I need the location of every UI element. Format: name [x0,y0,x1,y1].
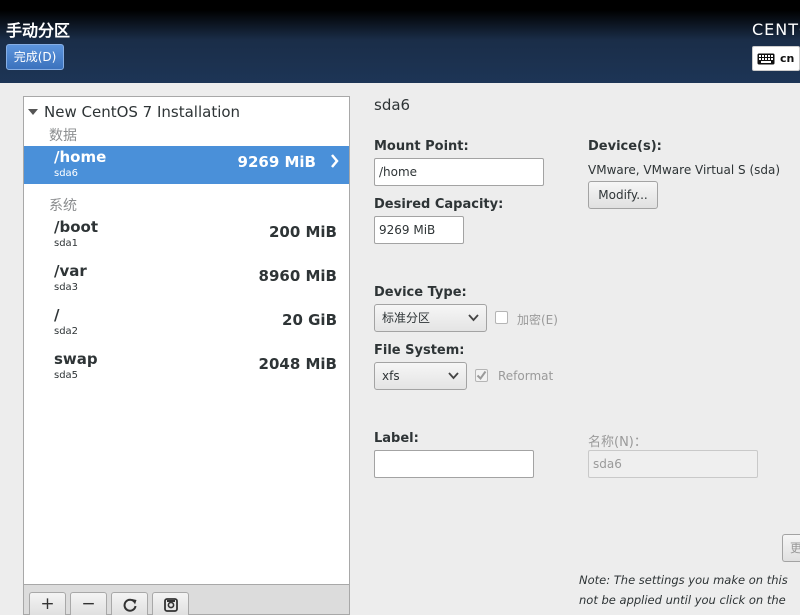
note-line-2: not be applied until you click on the [579,593,786,607]
remove-mount-point-button[interactable]: − [70,592,107,615]
add-mount-point-button[interactable]: + [29,592,66,615]
mount-point-device: sda5 [54,370,79,381]
mount-point-name: swap [54,350,98,368]
installation-title: New CentOS 7 Installation [44,103,241,121]
mount-point-name: / [54,306,60,324]
keyboard-icon [757,53,775,64]
expander-triangle-icon [28,109,38,115]
group-label-system: 系统 [49,198,77,214]
mount-point-row-home[interactable]: /home sda6 9269 MiB [24,146,349,184]
installation-header[interactable]: New CentOS 7 Installation [28,101,240,123]
done-button[interactable]: 完成(D) [6,44,64,70]
mount-point-row-swap[interactable]: swap sda5 2048 MiB [24,348,349,386]
disk-config-icon [163,598,178,612]
chevron-right-icon [331,154,339,168]
mount-point-name: /boot [54,218,98,236]
mount-point-name: /var [54,262,87,280]
configure-disk-button[interactable] [152,592,189,615]
mount-point-size: 20 GiB [282,311,337,329]
top-bar: 手动分区 完成(D) CENTOS cn [0,0,800,83]
mount-point-row-var[interactable]: /var sda3 8960 MiB [24,260,349,298]
note-line-1: Note: The settings you make on this [579,573,788,587]
update-settings-button[interactable]: 更 [782,534,800,562]
refresh-icon [123,598,136,612]
mount-point-device: sda6 [54,168,79,179]
product-name: CENTOS [752,20,800,39]
mount-point-device: sda3 [54,282,79,293]
right-clip-area: 更 Note: The settings you make on this no… [360,83,800,615]
mount-point-size: 9269 MiB [237,153,316,171]
group-label-data: 数据 [49,128,77,144]
mount-point-size: 2048 MiB [258,355,337,373]
refresh-button[interactable] [111,592,148,615]
mount-point-name: /home [54,148,107,166]
mount-point-row-root[interactable]: / sda2 20 GiB [24,304,349,342]
main-content: New CentOS 7 Installation 数据 /home sda6 … [0,83,800,615]
keyboard-layout-code: cn [780,52,795,65]
mount-point-size: 200 MiB [268,223,337,241]
mount-point-device: sda2 [54,326,79,337]
mount-point-device: sda1 [54,238,79,249]
mount-point-size: 8960 MiB [258,267,337,285]
mount-point-list: New CentOS 7 Installation 数据 /home sda6 … [23,96,350,585]
mount-point-row-boot[interactable]: /boot sda1 200 MiB [24,216,349,254]
page-title: 手动分区 [6,21,71,40]
keyboard-layout-indicator[interactable]: cn [752,46,800,71]
mount-point-toolbar: + − [23,585,350,615]
